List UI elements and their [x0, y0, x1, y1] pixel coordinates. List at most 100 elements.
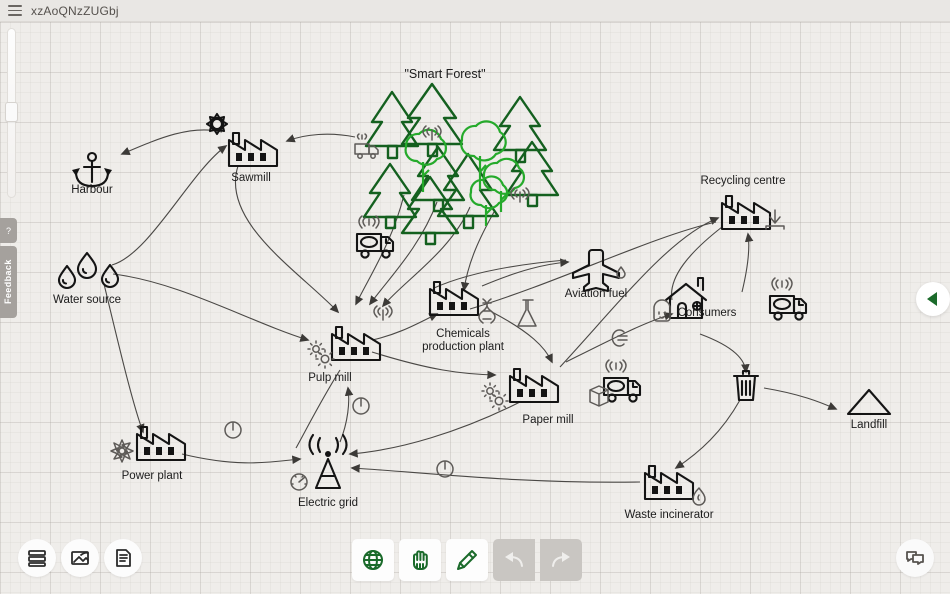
node-label: Power plant — [122, 470, 184, 482]
flow-waste-incinerator — [674, 399, 741, 469]
node-label: Landfill — [851, 419, 887, 431]
node-label: Waste incinerator — [624, 509, 713, 521]
factory-icon — [135, 425, 187, 462]
node-waste-incinerator[interactable]: Waste incinerator — [624, 464, 714, 521]
flow-powerplant-grid — [181, 453, 302, 465]
media-button[interactable] — [61, 539, 99, 577]
node-label: Sawmill — [231, 172, 271, 184]
node-label: Pulp mill — [308, 372, 351, 384]
flow-water-powerplant — [103, 283, 145, 434]
smart-truck-icon — [355, 215, 395, 259]
flow-forest-chemicals — [460, 211, 495, 292]
gear-icon — [205, 112, 229, 136]
hand-icon — [413, 550, 428, 570]
flow-pulpmill-chemicals — [371, 313, 439, 341]
flow-pulpmill-papermill — [371, 351, 497, 380]
node-label-line1: Chemicals — [436, 328, 490, 340]
undo-arrow-icon — [505, 552, 523, 567]
flame-icon — [692, 487, 706, 506]
person-icon — [653, 299, 671, 322]
flask-icon — [517, 299, 537, 327]
pencil-tool[interactable] — [446, 539, 488, 581]
flow-grid-pulpmill — [339, 386, 354, 443]
flow-waste-landfill — [763, 387, 838, 410]
globe-tool[interactable] — [352, 539, 394, 581]
landfill-mound-icon — [846, 388, 892, 416]
pencil-icon — [457, 550, 477, 570]
water-drops-icon — [57, 251, 120, 289]
layers-button[interactable] — [18, 539, 56, 577]
right-panel-toggle[interactable] — [916, 282, 950, 316]
factory-icon — [227, 131, 279, 168]
help-button[interactable]: ? — [0, 218, 17, 243]
diagram-canvas[interactable]: "Smart Forest" Harbour Sawmill Water sou… — [0, 22, 950, 594]
anchor-icon — [72, 151, 112, 188]
left-triangle-icon — [927, 292, 937, 306]
note-icon — [116, 549, 131, 567]
bottom-toolbar — [352, 539, 582, 581]
flow-chemicals-aviation — [481, 258, 570, 287]
power-button-icon — [224, 421, 242, 439]
pine-tree-icon — [504, 140, 560, 208]
atom-icon — [110, 439, 134, 463]
node-label: Water source — [53, 294, 121, 306]
flow-sawmill-pulpmill — [235, 165, 340, 314]
title-bar: xzAoQNzZUGbj — [0, 0, 950, 22]
document-title: xzAoQNzZUGbj — [31, 3, 119, 18]
smart-truck-icon — [602, 359, 642, 403]
notes-button[interactable] — [104, 539, 142, 577]
flow-water-sawmill — [111, 145, 228, 266]
node-label: Consumers — [678, 307, 737, 319]
undo-button — [493, 539, 535, 581]
node-sawmill[interactable]: Sawmill — [205, 112, 279, 184]
node-label: Electric grid — [298, 497, 358, 509]
factory-icon — [508, 367, 560, 404]
chat-bubbles-icon — [906, 551, 924, 565]
node-label: Paper mill — [522, 414, 573, 426]
node-label: Aviation fuel — [565, 288, 627, 300]
globe-icon — [363, 550, 383, 570]
diagram-svg: "Smart Forest" Harbour Sawmill Water sou… — [53, 67, 892, 521]
factory-icon — [330, 325, 382, 362]
zoom-slider-thumb[interactable] — [5, 102, 18, 122]
feedback-tab[interactable]: Feedback — [0, 246, 17, 318]
hamburger-menu-icon[interactable] — [8, 5, 22, 16]
factory-icon — [643, 464, 695, 501]
node-landfill[interactable]: Landfill — [846, 388, 892, 431]
gears-icon — [307, 340, 335, 369]
flow-sawmill-harbour — [120, 129, 223, 155]
flow-incinerator-grid — [350, 464, 641, 483]
antenna-signal-icon — [373, 305, 393, 321]
node-water-source[interactable]: Water source — [53, 251, 121, 306]
node-label: Recycling centre — [700, 175, 785, 187]
node-electric-grid[interactable]: Electric grid — [290, 433, 358, 509]
flow-water-pulpmill — [112, 273, 310, 342]
forest-title: "Smart Forest" — [404, 67, 485, 81]
chat-button[interactable] — [896, 539, 934, 577]
node-power-plant[interactable]: Power plant — [110, 425, 187, 482]
flow-consumers-waste — [699, 333, 750, 374]
node-waste-bin[interactable] — [732, 369, 760, 402]
dna-helix-icon — [478, 298, 496, 324]
redo-arrow-icon — [552, 552, 570, 567]
radio-tower-icon — [308, 433, 348, 490]
node-label-line2: production plant — [422, 341, 505, 353]
power-button-icon — [352, 397, 370, 415]
feedback-label: Feedback — [3, 259, 13, 305]
smart-truck-icon — [768, 277, 808, 321]
hand-tool[interactable] — [399, 539, 441, 581]
factory-icon — [720, 194, 772, 231]
node-recycling-centre[interactable]: Recycling centre — [700, 175, 786, 231]
node-pulp-mill[interactable]: Pulp mill — [307, 325, 382, 384]
flow-forest-sawmill — [285, 133, 356, 143]
zoom-slider[interactable] — [5, 28, 18, 198]
pine-tree-icon — [364, 90, 420, 160]
node-label: Harbour — [71, 184, 113, 196]
layers-icon — [28, 550, 46, 567]
flow-aux-aviation — [433, 259, 567, 289]
node-harbour[interactable]: Harbour — [71, 151, 113, 196]
node-aviation-fuel[interactable]: Aviation fuel — [565, 248, 627, 300]
node-paper-mill[interactable]: Paper mill — [481, 367, 574, 426]
image-icon — [71, 551, 89, 565]
smart-forest-group[interactable]: "Smart Forest" — [354, 67, 560, 321]
